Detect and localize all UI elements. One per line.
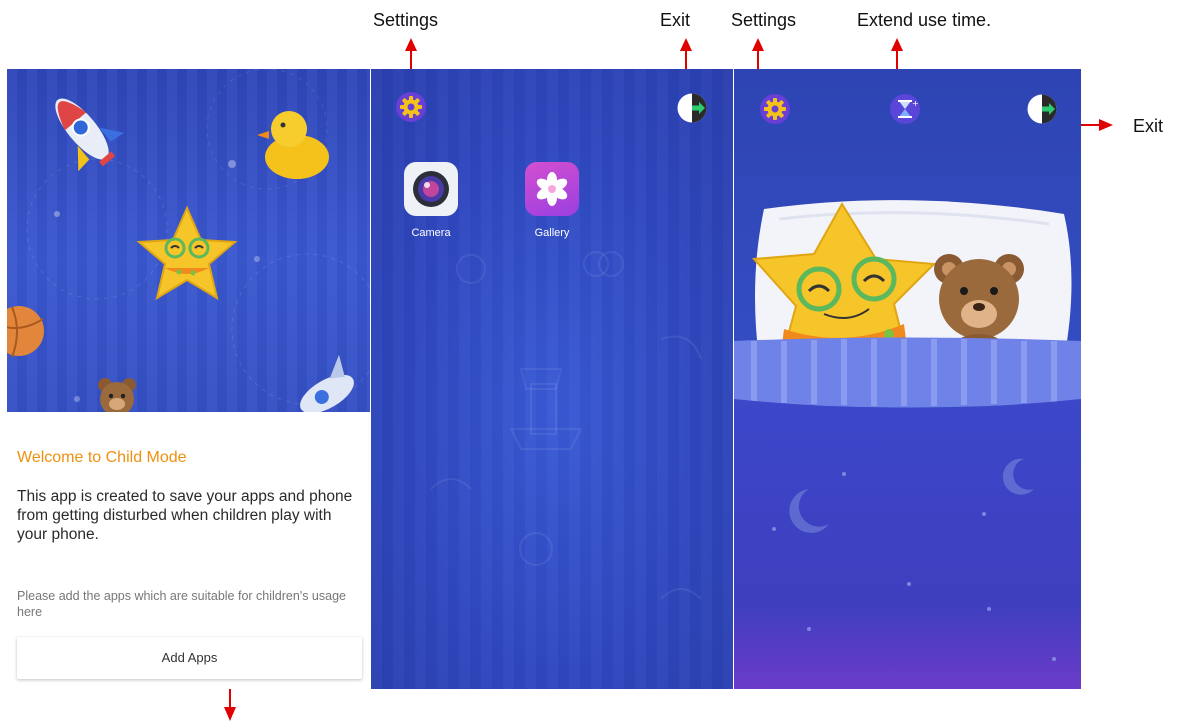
sleeping-star-illustration — [734, 200, 1081, 689]
gallery-app-icon[interactable] — [525, 162, 579, 216]
welcome-note: Please add the apps which are suitable f… — [17, 589, 346, 619]
sleep-screen: + — [734, 69, 1081, 689]
camera-app-label: Camera — [411, 227, 451, 239]
welcome-illustration — [7, 69, 370, 416]
annotation-settings-right: Settings — [731, 10, 797, 30]
welcome-description: This app is created to save your apps an… — [17, 488, 353, 543]
annotation-exit-right: Exit — [1133, 116, 1164, 136]
add-apps-button[interactable]: Add Apps — [17, 637, 362, 679]
settings-gear-icon[interactable] — [396, 92, 426, 122]
child-home-screen: Camera Gallery — [371, 69, 733, 689]
exit-icon[interactable] — [677, 93, 707, 123]
welcome-screen: Welcome to Child Mode This app is create… — [7, 69, 370, 689]
gallery-app-label: Gallery — [534, 227, 570, 239]
camera-icon — [413, 171, 449, 207]
settings-gear-icon[interactable] — [760, 94, 790, 124]
annotation-extend-use-time: Extend use time. — [857, 10, 992, 30]
annotation-settings-left: Settings — [373, 10, 439, 30]
camera-app-icon[interactable] — [404, 162, 458, 216]
welcome-title: Welcome to Child Mode — [17, 449, 187, 466]
welcome-illustration-art — [7, 69, 370, 416]
gallery-icon — [536, 172, 568, 206]
exit-icon[interactable] — [1027, 94, 1057, 124]
annotation-exit-middle: Exit — [660, 10, 691, 30]
svg-text:+: + — [912, 99, 919, 108]
hourglass-icon[interactable]: + — [890, 94, 920, 124]
